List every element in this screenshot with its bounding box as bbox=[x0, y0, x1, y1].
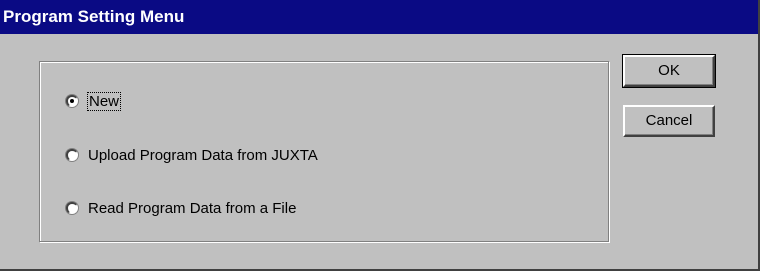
program-setting-dialog: Program Setting Menu New Upload Program … bbox=[0, 0, 760, 271]
radio-new[interactable] bbox=[66, 95, 78, 107]
dialog-title: Program Setting Menu bbox=[0, 0, 758, 34]
option-read-label: Read Program Data from a File bbox=[88, 199, 297, 217]
option-upload-from-juxta[interactable]: Upload Program Data from JUXTA bbox=[66, 144, 318, 166]
radio-selected-dot bbox=[70, 99, 74, 103]
option-read-from-file[interactable]: Read Program Data from a File bbox=[66, 197, 296, 219]
radio-read-from-file[interactable] bbox=[66, 202, 78, 214]
ok-button[interactable]: OK bbox=[622, 54, 716, 88]
option-new[interactable]: New bbox=[66, 90, 122, 112]
option-new-label: New bbox=[86, 91, 122, 111]
cancel-button[interactable]: Cancel bbox=[623, 105, 715, 137]
radio-upload-from-juxta[interactable] bbox=[66, 149, 78, 161]
option-upload-label: Upload Program Data from JUXTA bbox=[88, 146, 318, 164]
